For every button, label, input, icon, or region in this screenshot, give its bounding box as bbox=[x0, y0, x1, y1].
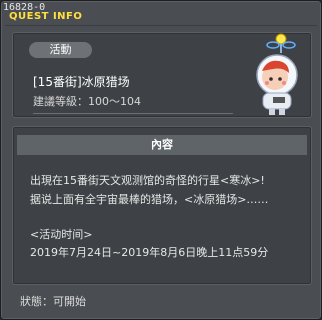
event-card: 活動 [15番街]冰原猎场 建議等級：100～104 bbox=[12, 32, 312, 118]
content-header: 內容 bbox=[17, 135, 307, 155]
recommended-level: 建議等級：100～104 bbox=[33, 93, 233, 114]
quest-info-window: 16828-0 QUEST INFO 活動 [15番街]冰原猎场 建議等級：10… bbox=[0, 0, 322, 320]
content-line-1: 出現在15番街天文观测馆的奇怪的行星<寒冰>! bbox=[30, 174, 265, 187]
title-divider bbox=[5, 25, 317, 26]
window-title: QUEST INFO bbox=[9, 11, 83, 22]
event-tag: 活動 bbox=[29, 42, 92, 58]
event-time-value: 2019年7月24日~2019年8月6日晚上11点59分 bbox=[30, 246, 269, 259]
event-time-label: <活动时间> bbox=[30, 228, 93, 241]
quest-name: [15番街]冰原猎场 bbox=[33, 75, 130, 89]
recommended-level-text: 建議等級：100～104 bbox=[33, 95, 141, 108]
quest-status: 狀態：可開始 bbox=[20, 295, 86, 308]
content-line-2: 据说上面有全宇宙最棒的猎场，<冰原猎场>…… bbox=[30, 193, 269, 206]
npc-avatar-icon bbox=[256, 33, 298, 115]
content-card: 內容 出現在15番街天文观测馆的奇怪的行星<寒冰>! 据说上面有全宇宙最棒的猎场… bbox=[12, 126, 312, 285]
